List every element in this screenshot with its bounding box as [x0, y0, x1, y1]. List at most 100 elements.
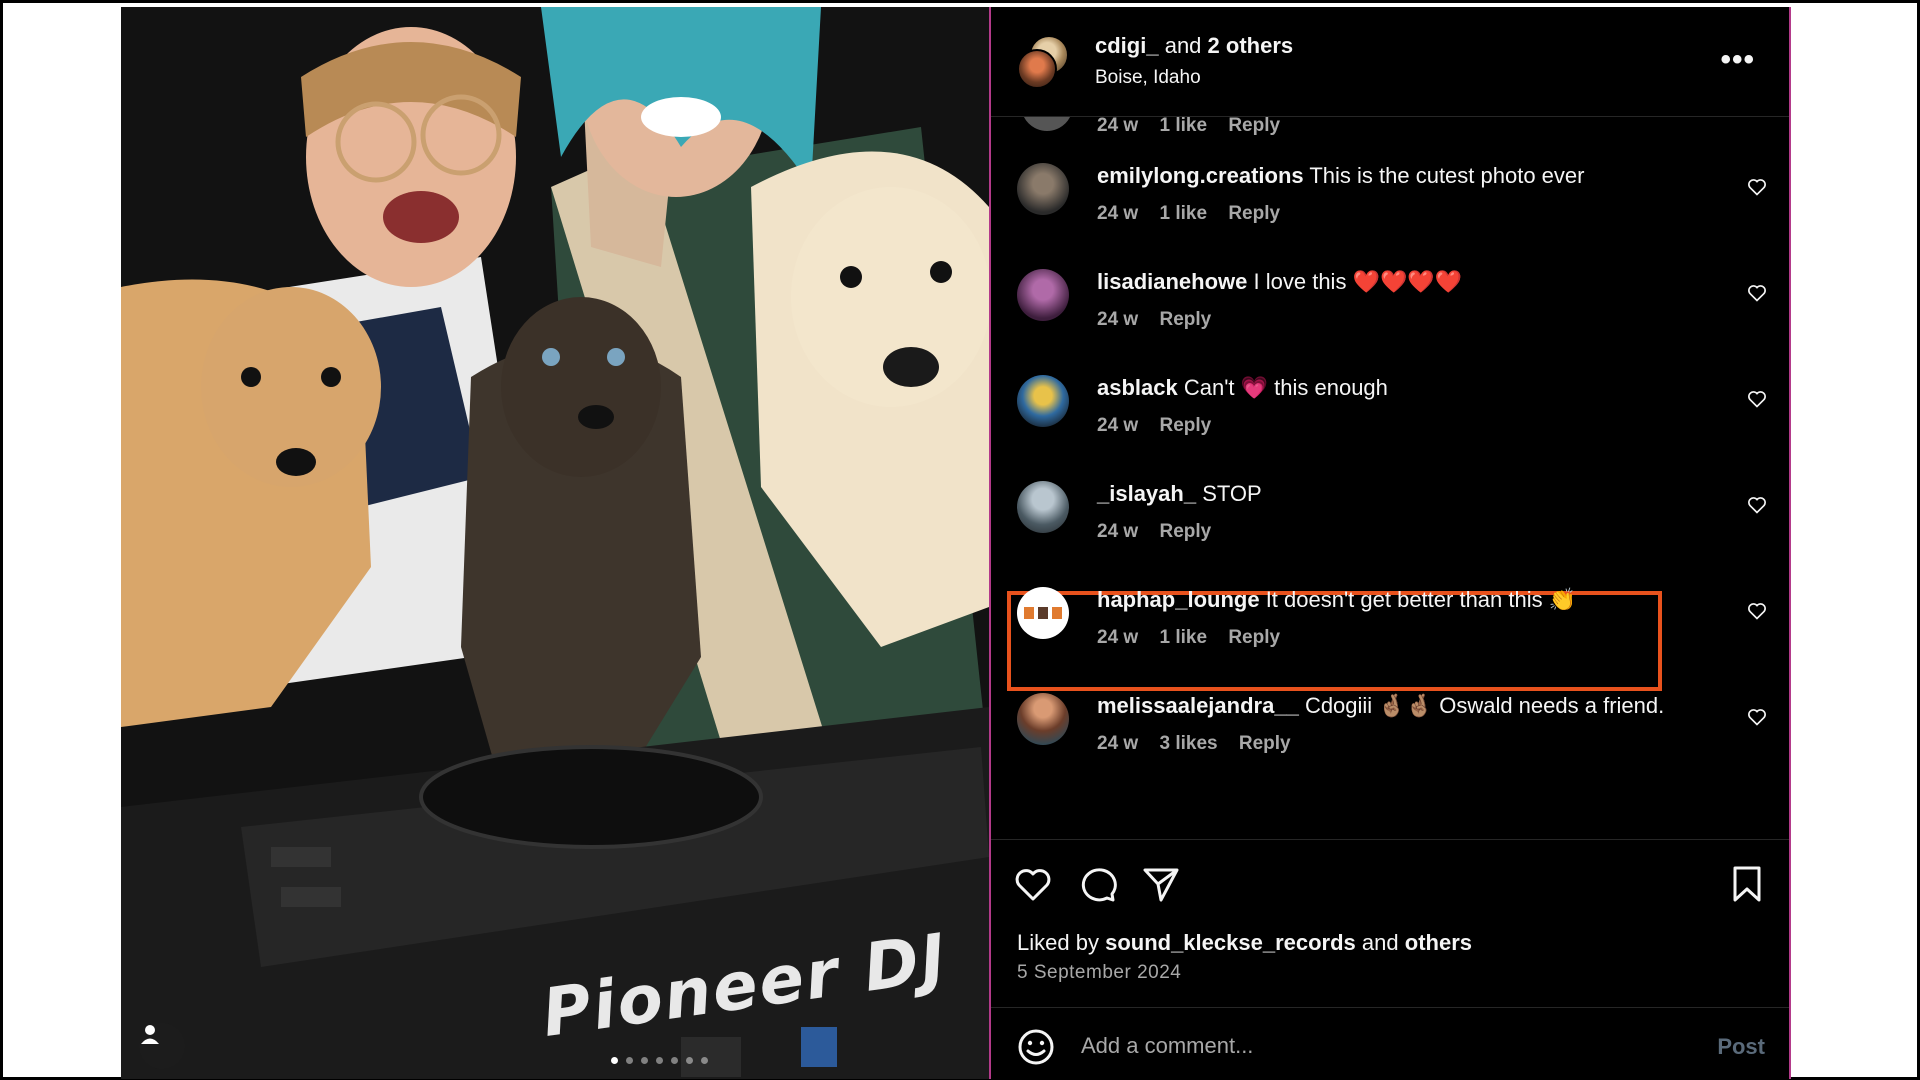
comment-body: STOP — [1202, 481, 1262, 506]
comment-meta: 24 w 1 like Reply — [1097, 627, 1296, 649]
coauthors-connector: and — [1164, 33, 1202, 58]
like-comment-heart-icon[interactable] — [1747, 495, 1767, 515]
comment-partial: 24 w 1 like Reply — [991, 117, 1789, 145]
post-detail-panel: cdigi_ and 2 others Boise, Idaho ••• 24 … — [989, 7, 1791, 1079]
comment-likes[interactable]: 1 like — [1159, 117, 1207, 136]
comment-username[interactable]: emilylong.creations — [1097, 163, 1304, 188]
add-comment-input[interactable] — [1081, 1030, 1641, 1062]
comment-meta: 24 w 3 likes Reply — [1097, 733, 1307, 755]
post-location[interactable]: Boise, Idaho — [1095, 67, 1201, 89]
comment-likes[interactable]: 1 like — [1159, 627, 1207, 648]
comment-body: Cdogiii 🤞🏽🤞🏽 Oswald needs a friend. — [1304, 693, 1665, 718]
post-photo[interactable]: Pioneer DJ › — [121, 7, 989, 1079]
reply-button[interactable]: Reply — [1228, 627, 1280, 648]
liked-by-others[interactable]: others — [1405, 930, 1472, 955]
comment-bubble-icon[interactable] — [1077, 864, 1117, 904]
comment-body: It doesn't get better than this 👏 — [1265, 587, 1577, 612]
like-heart-icon[interactable] — [1013, 864, 1053, 904]
coauthors-link[interactable]: 2 others — [1208, 33, 1294, 58]
author-avatar-stack[interactable] — [1017, 35, 1071, 89]
post-date[interactable]: 5 September 2024 — [1017, 962, 1181, 984]
comment-text: lisadianehowe I love this ❤️❤️❤️❤️ — [1097, 269, 1462, 295]
comment-item: emilylong.creations This is the cutest p… — [991, 155, 1789, 261]
haphap-logo-icon — [1024, 607, 1062, 619]
comment-time: 24 w — [1097, 415, 1139, 436]
comment-item: _islayah_ STOP 24 w Reply — [991, 473, 1789, 579]
comment-avatar[interactable] — [1017, 587, 1069, 639]
reply-button[interactable]: Reply — [1159, 415, 1211, 436]
comment-text: melissaalejandra__ Cdogiii 🤞🏽🤞🏽 Oswald n… — [1097, 693, 1664, 719]
comment-time: 24 w — [1097, 627, 1139, 648]
post-comment-button[interactable]: Post — [1717, 1034, 1765, 1060]
comment-time: 24 w — [1097, 309, 1139, 330]
comment-text: asblack Can't 💗 this enough — [1097, 375, 1388, 401]
carousel-dot — [641, 1057, 648, 1064]
comment-meta: 24 w 1 like Reply — [1097, 117, 1296, 137]
reply-button[interactable]: Reply — [1159, 309, 1211, 330]
comment-username[interactable]: lisadianehowe — [1097, 269, 1247, 294]
reply-button[interactable]: Reply — [1239, 733, 1291, 754]
author-username[interactable]: cdigi_ — [1095, 33, 1159, 58]
like-comment-heart-icon[interactable] — [1747, 177, 1767, 197]
comment-time: 24 w — [1097, 203, 1139, 224]
reply-button[interactable]: Reply — [1159, 521, 1211, 542]
comment-meta: 24 w Reply — [1097, 521, 1227, 543]
comment-body: This is the cutest photo ever — [1309, 163, 1585, 188]
post-header: cdigi_ and 2 others Boise, Idaho ••• — [991, 7, 1789, 117]
comment-avatar[interactable] — [1017, 163, 1069, 215]
comment-text: emilylong.creations This is the cutest p… — [1097, 163, 1584, 189]
comment-avatar[interactable] — [1017, 693, 1069, 745]
tagged-users-button[interactable] — [139, 1023, 185, 1069]
post-actions-bar: Liked by sound_kleckse_records and other… — [991, 839, 1789, 1009]
carousel-indicator — [611, 1057, 708, 1064]
comment-text: _islayah_ STOP — [1097, 481, 1262, 507]
comment-likes[interactable]: 1 like — [1159, 203, 1207, 224]
comment-username[interactable]: melissaalejandra__ — [1097, 693, 1299, 718]
comment-meta: 24 w Reply — [1097, 309, 1227, 331]
comment-avatar[interactable] — [1017, 481, 1069, 533]
comment-meta: 24 w 1 like Reply — [1097, 203, 1296, 225]
comment-time: 24 w — [1097, 521, 1139, 542]
photo-illustration — [121, 7, 989, 1079]
reply-button[interactable]: Reply — [1228, 203, 1280, 224]
like-comment-heart-icon[interactable] — [1747, 707, 1767, 727]
carousel-dot — [626, 1057, 633, 1064]
more-options-icon[interactable]: ••• — [1720, 43, 1755, 77]
add-comment-bar: Post — [991, 1007, 1789, 1079]
comment-item: asblack Can't 💗 this enough 24 w Reply — [991, 367, 1789, 473]
comment-meta: 24 w Reply — [1097, 415, 1227, 437]
liked-by-user[interactable]: sound_kleckse_records — [1105, 930, 1356, 955]
carousel-dot — [701, 1057, 708, 1064]
comment-text: haphap_lounge It doesn't get better than… — [1097, 587, 1576, 613]
carousel-dot — [611, 1057, 618, 1064]
comment-avatar[interactable] — [1017, 375, 1069, 427]
like-comment-heart-icon[interactable] — [1747, 389, 1767, 409]
comment-avatar[interactable] — [1021, 117, 1073, 131]
comment-username[interactable]: asblack — [1097, 375, 1178, 400]
comment-item: lisadianehowe I love this ❤️❤️❤️❤️ 24 w … — [991, 261, 1789, 367]
comment-body: I love this ❤️❤️❤️❤️ — [1253, 269, 1463, 294]
liked-by-connector: and — [1361, 930, 1399, 955]
carousel-dot — [671, 1057, 678, 1064]
like-comment-heart-icon[interactable] — [1747, 283, 1767, 303]
comment-item: haphap_lounge It doesn't get better than… — [991, 579, 1789, 685]
user-icon — [141, 1025, 159, 1044]
comment-time: 24 w — [1097, 117, 1139, 136]
carousel-dot — [686, 1057, 693, 1064]
comment-item: melissaalejandra__ Cdogiii 🤞🏽🤞🏽 Oswald n… — [991, 685, 1789, 791]
bookmark-icon[interactable] — [1727, 864, 1767, 904]
comment-body: Can't 💗 this enough — [1183, 375, 1388, 400]
comment-avatar[interactable] — [1017, 269, 1069, 321]
screen-frame: Pioneer DJ › cdigi_ and 2 others Boise, … — [0, 0, 1920, 1080]
liked-by-prefix: Liked by — [1017, 930, 1099, 955]
reply-button[interactable]: Reply — [1228, 117, 1280, 136]
emoji-icon[interactable] — [1017, 1028, 1055, 1066]
comment-username[interactable]: _islayah_ — [1097, 481, 1196, 506]
comment-username[interactable]: haphap_lounge — [1097, 587, 1260, 612]
like-comment-heart-icon[interactable] — [1747, 601, 1767, 621]
comment-time: 24 w — [1097, 733, 1139, 754]
comment-likes[interactable]: 3 likes — [1159, 733, 1217, 754]
share-send-icon[interactable] — [1141, 864, 1181, 904]
comments-list[interactable]: 24 w 1 like Reply emilylong.creations Th… — [991, 117, 1789, 839]
liked-by-line: Liked by sound_kleckse_records and other… — [1017, 930, 1472, 956]
